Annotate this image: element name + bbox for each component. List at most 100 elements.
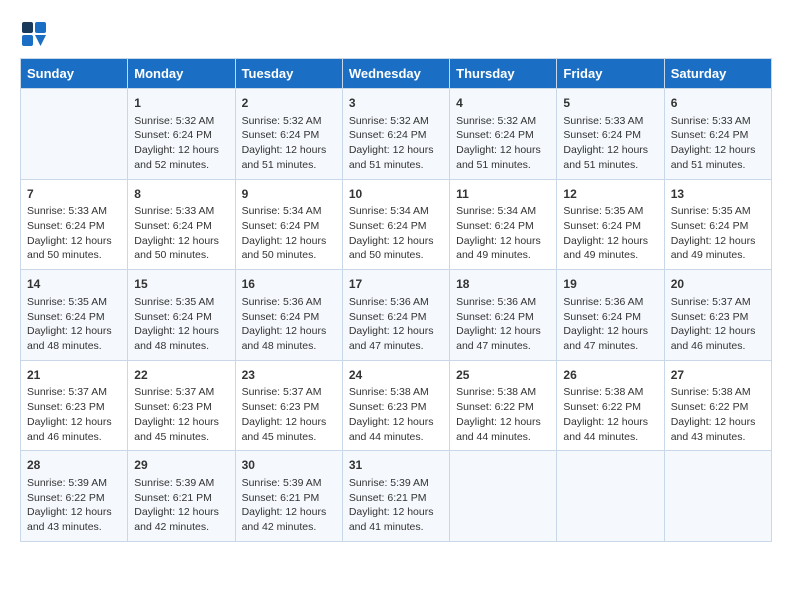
cell-info: Sunrise: 5:38 AM Sunset: 6:23 PM Dayligh… [349,385,443,444]
cell-info: Sunrise: 5:39 AM Sunset: 6:22 PM Dayligh… [27,476,121,535]
day-number: 7 [27,186,121,203]
calendar-cell: 27Sunrise: 5:38 AM Sunset: 6:22 PM Dayli… [664,360,771,451]
cell-info: Sunrise: 5:39 AM Sunset: 6:21 PM Dayligh… [242,476,336,535]
header-saturday: Saturday [664,59,771,89]
cell-info: Sunrise: 5:32 AM Sunset: 6:24 PM Dayligh… [134,114,228,173]
calendar-table: SundayMondayTuesdayWednesdayThursdayFrid… [20,58,772,542]
cell-info: Sunrise: 5:34 AM Sunset: 6:24 PM Dayligh… [242,204,336,263]
calendar-cell: 26Sunrise: 5:38 AM Sunset: 6:22 PM Dayli… [557,360,664,451]
day-number: 30 [242,457,336,474]
day-number: 10 [349,186,443,203]
header-wednesday: Wednesday [342,59,449,89]
calendar-week-1: 1 Sunrise: 5:32 AM Sunset: 6:24 PM Daylig… [21,89,772,180]
day-number: 2 [242,95,336,112]
header-sunday: Sunday [21,59,128,89]
calendar-cell: 4 Sunrise: 5:32 AM Sunset: 6:24 PM Daylig… [450,89,557,180]
cell-info: Sunrise: 5:35 AM Sunset: 6:24 PM Dayligh… [671,204,765,263]
day-number: 27 [671,367,765,384]
day-number: 11 [456,186,550,203]
calendar-cell: 17 Sunrise: 5:36 AM Sunset: 6:24 PM Dayli… [342,270,449,361]
calendar-cell: 19Sunrise: 5:36 AM Sunset: 6:24 PM Dayli… [557,270,664,361]
calendar-cell: 31Sunrise: 5:39 AM Sunset: 6:21 PM Dayli… [342,451,449,542]
calendar-cell: 3Sunrise: 5:32 AM Sunset: 6:24 PM Daylig… [342,89,449,180]
cell-info: Sunrise: 5:38 AM Sunset: 6:22 PM Dayligh… [671,385,765,444]
calendar-header-row: SundayMondayTuesdayWednesdayThursdayFrid… [21,59,772,89]
cell-info: Sunrise: 5:36 AM Sunset: 6:24 PM Dayligh… [456,295,550,354]
day-number: 28 [27,457,121,474]
day-number: 1 [134,95,228,112]
day-number: 13 [671,186,765,203]
calendar-cell: 2 Sunrise: 5:32 AM Sunset: 6:24 PM Daylig… [235,89,342,180]
cell-info: Sunrise: 5:32 AM Sunset: 6:24 PM Dayligh… [242,114,336,173]
cell-info: Sunrise: 5:38 AM Sunset: 6:22 PM Dayligh… [563,385,657,444]
day-number: 18 [456,276,550,293]
day-number: 4 [456,95,550,112]
cell-info: Sunrise: 5:39 AM Sunset: 6:21 PM Dayligh… [134,476,228,535]
calendar-cell [557,451,664,542]
calendar-cell: 12Sunrise: 5:35 AM Sunset: 6:24 PM Dayli… [557,179,664,270]
calendar-cell: 15Sunrise: 5:35 AM Sunset: 6:24 PM Dayli… [128,270,235,361]
calendar-cell: 9Sunrise: 5:34 AM Sunset: 6:24 PM Daylig… [235,179,342,270]
calendar-cell: 13Sunrise: 5:35 AM Sunset: 6:24 PM Dayli… [664,179,771,270]
calendar-cell: 23Sunrise: 5:37 AM Sunset: 6:23 PM Dayli… [235,360,342,451]
calendar-cell: 29 Sunrise: 5:39 AM Sunset: 6:21 PM Dayli… [128,451,235,542]
day-number: 26 [563,367,657,384]
cell-info: Sunrise: 5:33 AM Sunset: 6:24 PM Dayligh… [27,204,121,263]
cell-info: Sunrise: 5:33 AM Sunset: 6:24 PM Dayligh… [671,114,765,173]
calendar-week-3: 14Sunrise: 5:35 AM Sunset: 6:24 PM Dayli… [21,270,772,361]
calendar-cell: 22Sunrise: 5:37 AM Sunset: 6:23 PM Dayli… [128,360,235,451]
day-number: 25 [456,367,550,384]
day-number: 8 [134,186,228,203]
header-monday: Monday [128,59,235,89]
cell-info: Sunrise: 5:36 AM Sunset: 6:24 PM Dayligh… [242,295,336,354]
day-number: 17 [349,276,443,293]
header [20,20,772,48]
calendar-cell: 25Sunrise: 5:38 AM Sunset: 6:22 PM Dayli… [450,360,557,451]
calendar-cell: 21Sunrise: 5:37 AM Sunset: 6:23 PM Dayli… [21,360,128,451]
header-tuesday: Tuesday [235,59,342,89]
logo [20,20,52,48]
calendar-cell: 28 Sunrise: 5:39 AM Sunset: 6:22 PM Dayli… [21,451,128,542]
calendar-cell [450,451,557,542]
calendar-cell: 1 Sunrise: 5:32 AM Sunset: 6:24 PM Daylig… [128,89,235,180]
calendar-cell: 8Sunrise: 5:33 AM Sunset: 6:24 PM Daylig… [128,179,235,270]
cell-info: Sunrise: 5:37 AM Sunset: 6:23 PM Dayligh… [27,385,121,444]
calendar-cell: 18 Sunrise: 5:36 AM Sunset: 6:24 PM Dayli… [450,270,557,361]
calendar-week-2: 7Sunrise: 5:33 AM Sunset: 6:24 PM Daylig… [21,179,772,270]
cell-info: Sunrise: 5:33 AM Sunset: 6:24 PM Dayligh… [563,114,657,173]
calendar-cell [21,89,128,180]
day-number: 21 [27,367,121,384]
calendar-week-4: 21Sunrise: 5:37 AM Sunset: 6:23 PM Dayli… [21,360,772,451]
day-number: 23 [242,367,336,384]
day-number: 29 [134,457,228,474]
cell-info: Sunrise: 5:36 AM Sunset: 6:24 PM Dayligh… [349,295,443,354]
cell-info: Sunrise: 5:37 AM Sunset: 6:23 PM Dayligh… [242,385,336,444]
day-number: 31 [349,457,443,474]
calendar-cell: 16 Sunrise: 5:36 AM Sunset: 6:24 PM Dayli… [235,270,342,361]
cell-info: Sunrise: 5:34 AM Sunset: 6:24 PM Dayligh… [456,204,550,263]
day-number: 16 [242,276,336,293]
day-number: 9 [242,186,336,203]
cell-info: Sunrise: 5:33 AM Sunset: 6:24 PM Dayligh… [134,204,228,263]
cell-info: Sunrise: 5:35 AM Sunset: 6:24 PM Dayligh… [563,204,657,263]
day-number: 15 [134,276,228,293]
header-friday: Friday [557,59,664,89]
cell-info: Sunrise: 5:32 AM Sunset: 6:24 PM Dayligh… [456,114,550,173]
calendar-cell: 7Sunrise: 5:33 AM Sunset: 6:24 PM Daylig… [21,179,128,270]
day-number: 6 [671,95,765,112]
calendar-cell: 14Sunrise: 5:35 AM Sunset: 6:24 PM Dayli… [21,270,128,361]
calendar-cell [664,451,771,542]
cell-info: Sunrise: 5:34 AM Sunset: 6:24 PM Dayligh… [349,204,443,263]
calendar-cell: 24Sunrise: 5:38 AM Sunset: 6:23 PM Dayli… [342,360,449,451]
day-number: 24 [349,367,443,384]
day-number: 19 [563,276,657,293]
day-number: 5 [563,95,657,112]
calendar-cell: 30 Sunrise: 5:39 AM Sunset: 6:21 PM Dayli… [235,451,342,542]
calendar-week-5: 28 Sunrise: 5:39 AM Sunset: 6:22 PM Dayli… [21,451,772,542]
cell-info: Sunrise: 5:38 AM Sunset: 6:22 PM Dayligh… [456,385,550,444]
calendar-cell: 5 Sunrise: 5:33 AM Sunset: 6:24 PM Daylig… [557,89,664,180]
calendar-cell: 6 Sunrise: 5:33 AM Sunset: 6:24 PM Daylig… [664,89,771,180]
cell-info: Sunrise: 5:32 AM Sunset: 6:24 PM Dayligh… [349,114,443,173]
calendar-cell: 10Sunrise: 5:34 AM Sunset: 6:24 PM Dayli… [342,179,449,270]
logo-icon [20,20,48,48]
